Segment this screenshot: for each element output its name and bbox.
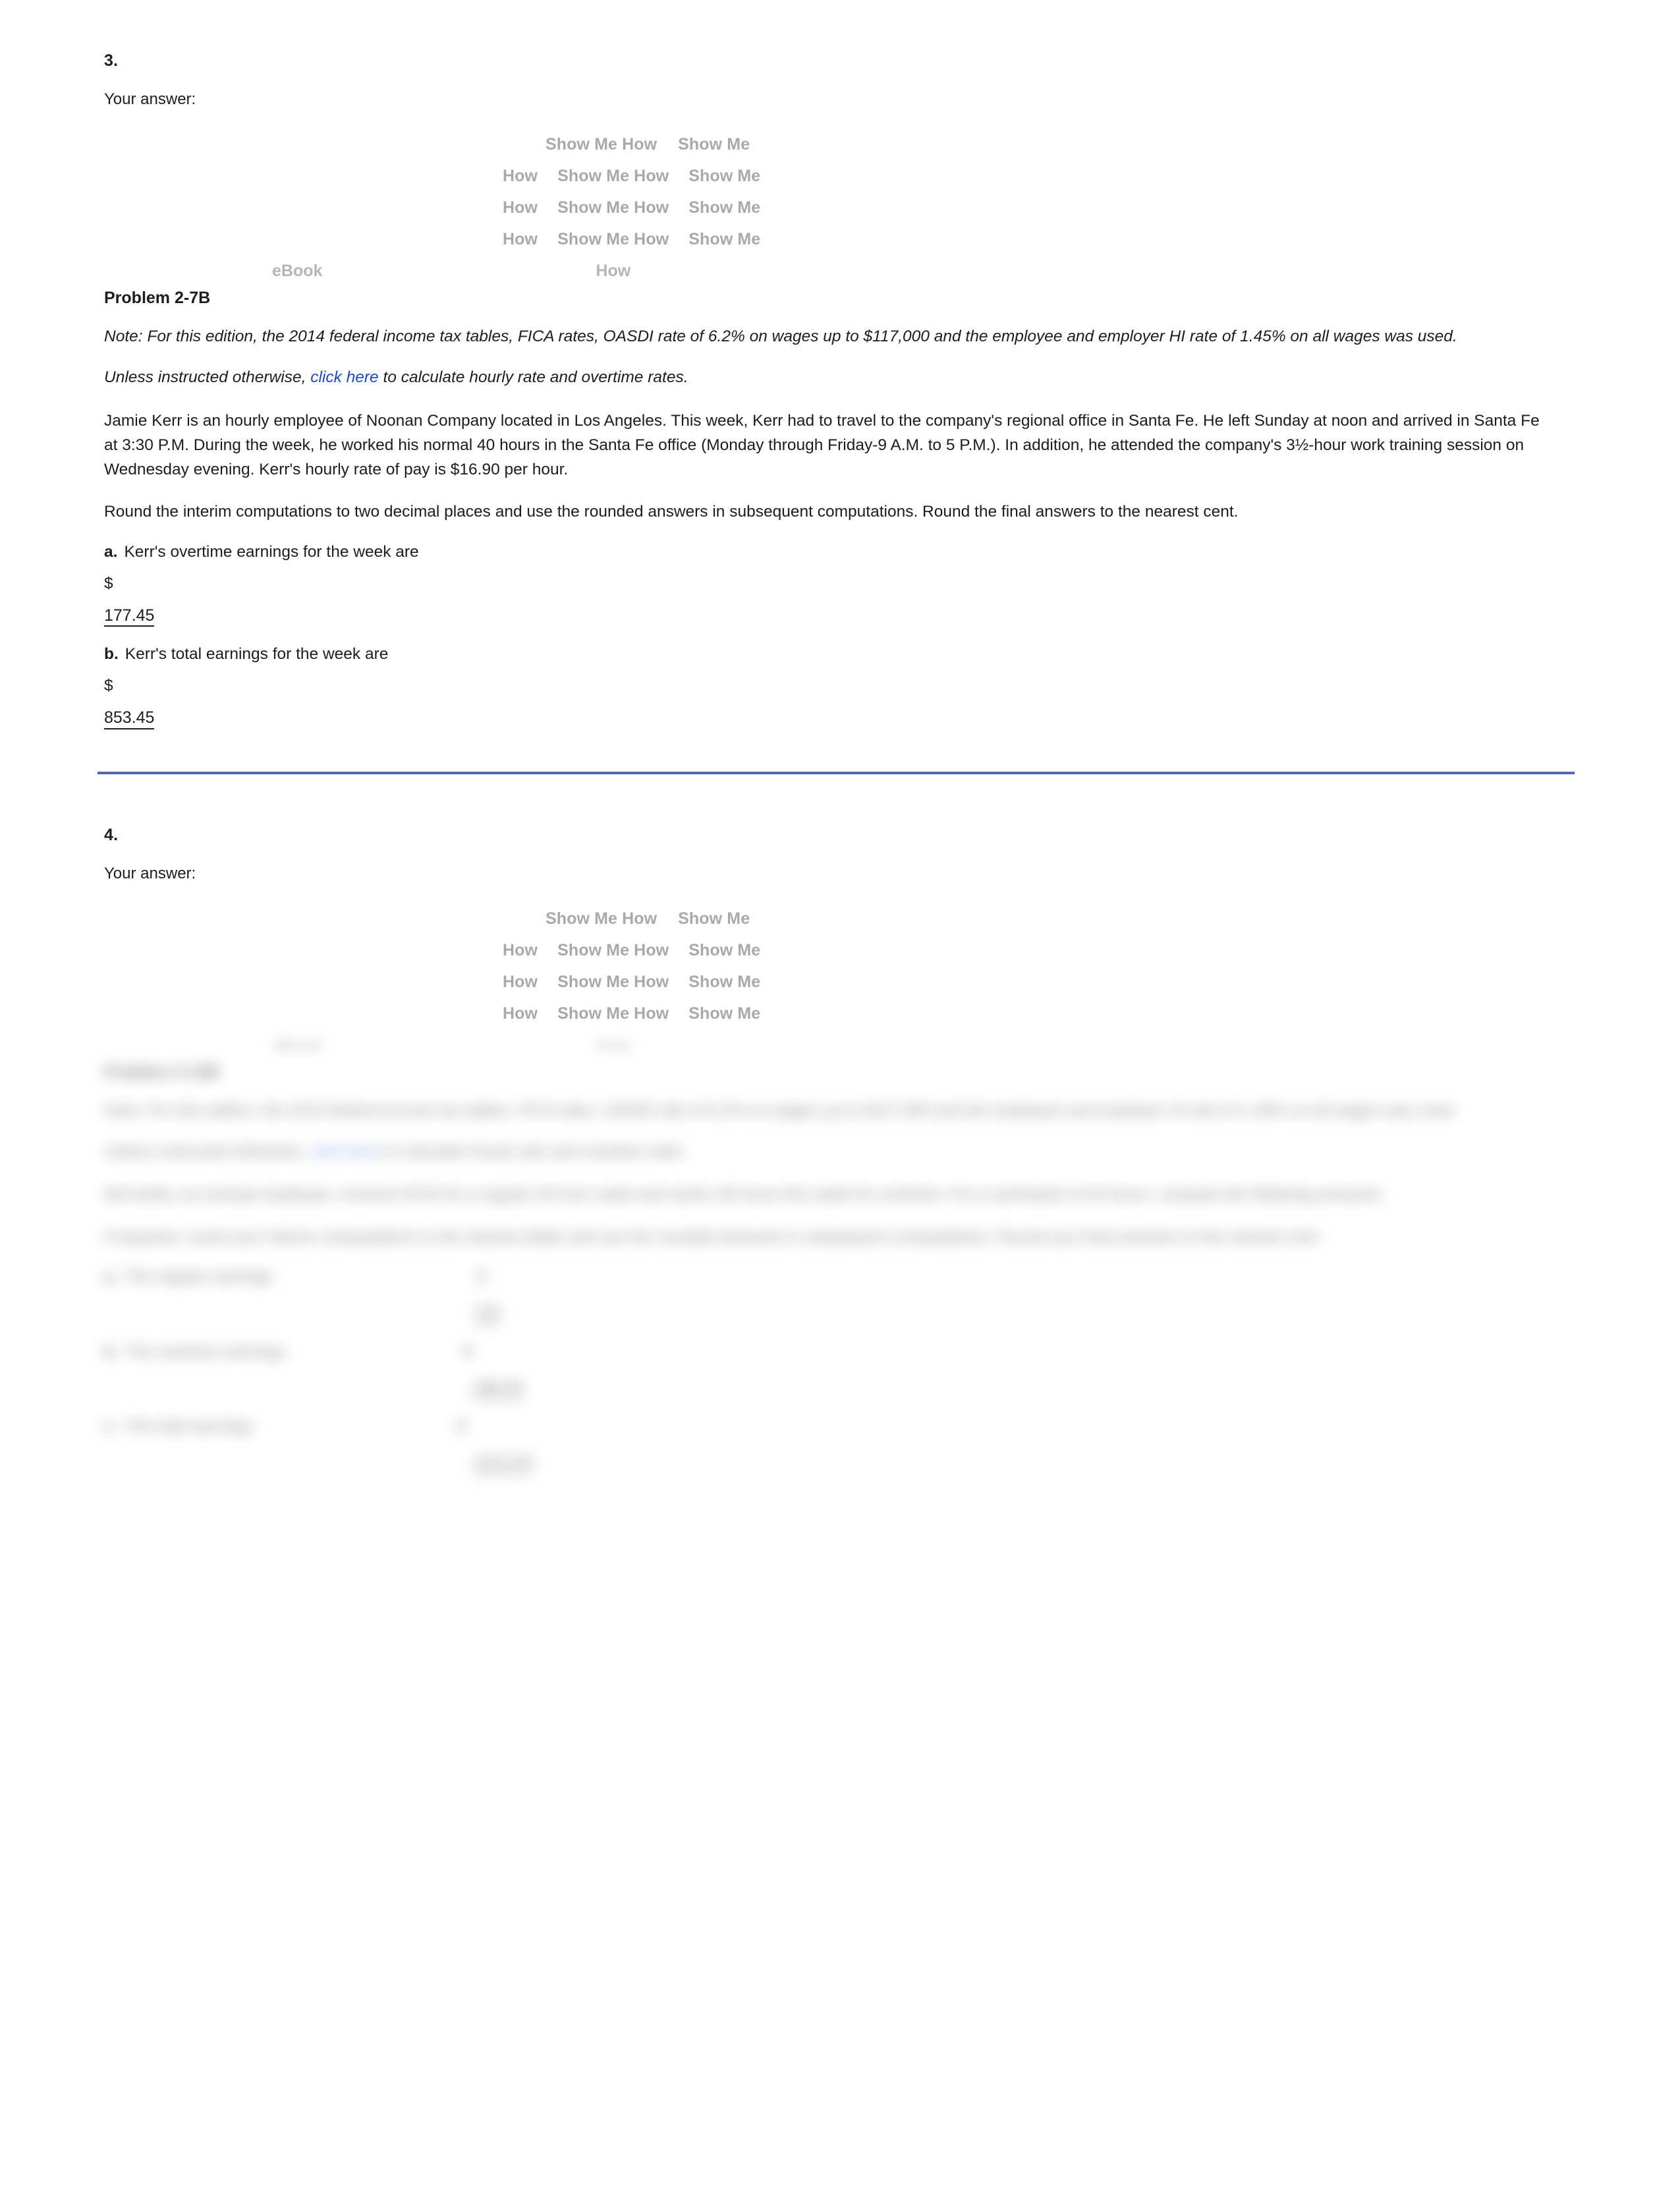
part-question-text: Kerr's total earnings for the week are	[125, 645, 389, 664]
page-bottom-spacer	[0, 1474, 1680, 2199]
currency-symbol: $	[457, 1417, 466, 1436]
obscured-problem-content: Problem 2-12B Note: For this edition, th…	[104, 1063, 1581, 1474]
problem-title: Problem 2-12B	[104, 1062, 220, 1081]
show-me-button[interactable]: Show Me	[678, 135, 750, 154]
instruction-prefix: Unless instructed otherwise,	[104, 1143, 311, 1161]
how-button[interactable]: How	[503, 973, 538, 992]
how-button[interactable]: How	[596, 1036, 630, 1055]
show-me-button[interactable]: Show Me	[678, 909, 750, 928]
answer-part: a. The regular earnings $	[104, 1268, 1581, 1286]
problem-body: Jamie Kerr is an hourly employee of Noon…	[104, 411, 1540, 478]
how-button[interactable]: How	[503, 167, 538, 186]
part-label: a.	[104, 542, 118, 561]
currency-symbol: $	[476, 1268, 486, 1286]
show-me-how-button-grid: Show Me How Show Me How Show Me How Show…	[104, 909, 1581, 1054]
currency-symbol: $	[104, 677, 113, 695]
question-block-3: 3. Your answer: Show Me How Show Me How …	[0, 0, 1680, 729]
show-me-how-row: How Show Me How Show Me	[104, 1004, 1581, 1036]
click-here-link[interactable]: click here	[310, 368, 378, 386]
ebook-button[interactable]: eBook	[272, 1036, 322, 1055]
instruction-suffix: to calculate hourly rate and overtime ra…	[378, 368, 688, 387]
show-me-how-row: How Show Me How Show Me	[104, 230, 1581, 262]
show-me-how-row: Show Me How Show Me	[104, 909, 1581, 941]
show-me-how-button[interactable]: Show Me How	[557, 941, 669, 960]
answer-value[interactable]: 288.00	[473, 1379, 524, 1400]
question-block-4: 4. Your answer: Show Me How Show Me How …	[0, 774, 1680, 1474]
question-number: 3.	[104, 51, 119, 70]
part-label: c.	[104, 1417, 118, 1436]
show-me-how-button-grid: Show Me How Show Me How Show Me How Show…	[104, 135, 1581, 280]
how-button[interactable]: How	[503, 1004, 538, 1023]
show-me-how-row: How Show Me How Show Me	[104, 167, 1581, 198]
answer-value[interactable]: 1013.00	[473, 1453, 533, 1474]
show-me-how-row: Show Me How Show Me	[104, 135, 1581, 167]
answer-part: a. Kerr's overtime earnings for the week …	[104, 543, 1581, 561]
answer-part: b. Kerr's total earnings for the week are	[104, 645, 1581, 664]
show-me-how-row: How Show Me How Show Me	[104, 973, 1581, 1004]
part-label: b.	[104, 1342, 119, 1361]
rounding-instruction: If required, round your interim computat…	[104, 1228, 1322, 1246]
part-question-text: The overtime earnings	[125, 1342, 286, 1361]
problem-instruction: Unless instructed otherwise, click here …	[104, 366, 1544, 389]
click-here-link[interactable]: click here	[310, 1143, 378, 1160]
question-number: 4.	[104, 825, 119, 844]
your-answer-label: Your answer:	[104, 864, 196, 882]
currency-symbol: $	[104, 574, 113, 592]
answer-part: c. The total earnings $	[104, 1417, 1581, 1436]
assignment-page: 3. Your answer: Show Me How Show Me How …	[0, 0, 1680, 2199]
problem-body: McCarthy, an exempt employee, receives $…	[104, 1185, 1386, 1204]
show-me-how-button[interactable]: Show Me How	[557, 167, 669, 186]
problem-note: Note: For this edition, the 2014 federal…	[104, 1101, 1457, 1120]
answer-value[interactable]: 853.45	[104, 708, 155, 729]
answer-value[interactable]: 725	[473, 1303, 501, 1325]
ebook-button[interactable]: eBook	[272, 262, 322, 281]
part-question-text: The regular earnings	[124, 1268, 273, 1286]
answer-value[interactable]: 177.45	[104, 606, 155, 627]
how-button[interactable]: How	[503, 230, 538, 249]
show-me-how-button[interactable]: Show Me How	[546, 135, 657, 154]
how-button[interactable]: How	[503, 941, 538, 960]
show-me-button[interactable]: Show Me	[688, 230, 760, 249]
show-me-button[interactable]: Show Me	[688, 973, 760, 992]
show-me-button[interactable]: Show Me	[688, 167, 760, 186]
problem-note: Note: For this edition, the 2014 federal…	[104, 328, 1457, 345]
show-me-how-row: How Show Me How Show Me	[104, 941, 1581, 973]
show-me-button[interactable]: Show Me	[688, 941, 760, 960]
show-me-how-button[interactable]: Show Me How	[557, 1004, 669, 1023]
show-me-how-button[interactable]: Show Me How	[557, 198, 669, 217]
part-label: b.	[104, 645, 119, 664]
part-label: a.	[104, 1268, 118, 1286]
show-me-button[interactable]: Show Me	[688, 1004, 760, 1023]
part-question-text: Kerr's overtime earnings for the week ar…	[124, 542, 419, 561]
show-me-button[interactable]: Show Me	[688, 198, 760, 217]
problem-instruction: Unless instructed otherwise, click here …	[104, 1140, 1544, 1164]
part-question-text: The total earnings	[124, 1417, 254, 1436]
show-me-how-footer-row: eBook How	[104, 262, 1581, 293]
how-button[interactable]: How	[503, 198, 538, 217]
how-button[interactable]: How	[596, 262, 630, 281]
show-me-how-button[interactable]: Show Me How	[546, 909, 657, 928]
instruction-suffix: to calculate hourly rate and overtime ra…	[378, 1143, 688, 1161]
rounding-instruction: Round the interim computations to two de…	[104, 503, 1239, 521]
your-answer-label: Your answer:	[104, 90, 196, 108]
show-me-how-button[interactable]: Show Me How	[557, 973, 669, 992]
show-me-how-row: How Show Me How Show Me	[104, 198, 1581, 230]
currency-symbol: $	[462, 1342, 472, 1361]
show-me-how-button[interactable]: Show Me How	[557, 230, 669, 249]
instruction-prefix: Unless instructed otherwise,	[104, 368, 311, 387]
answer-part: b. The overtime earnings $	[104, 1343, 1581, 1361]
